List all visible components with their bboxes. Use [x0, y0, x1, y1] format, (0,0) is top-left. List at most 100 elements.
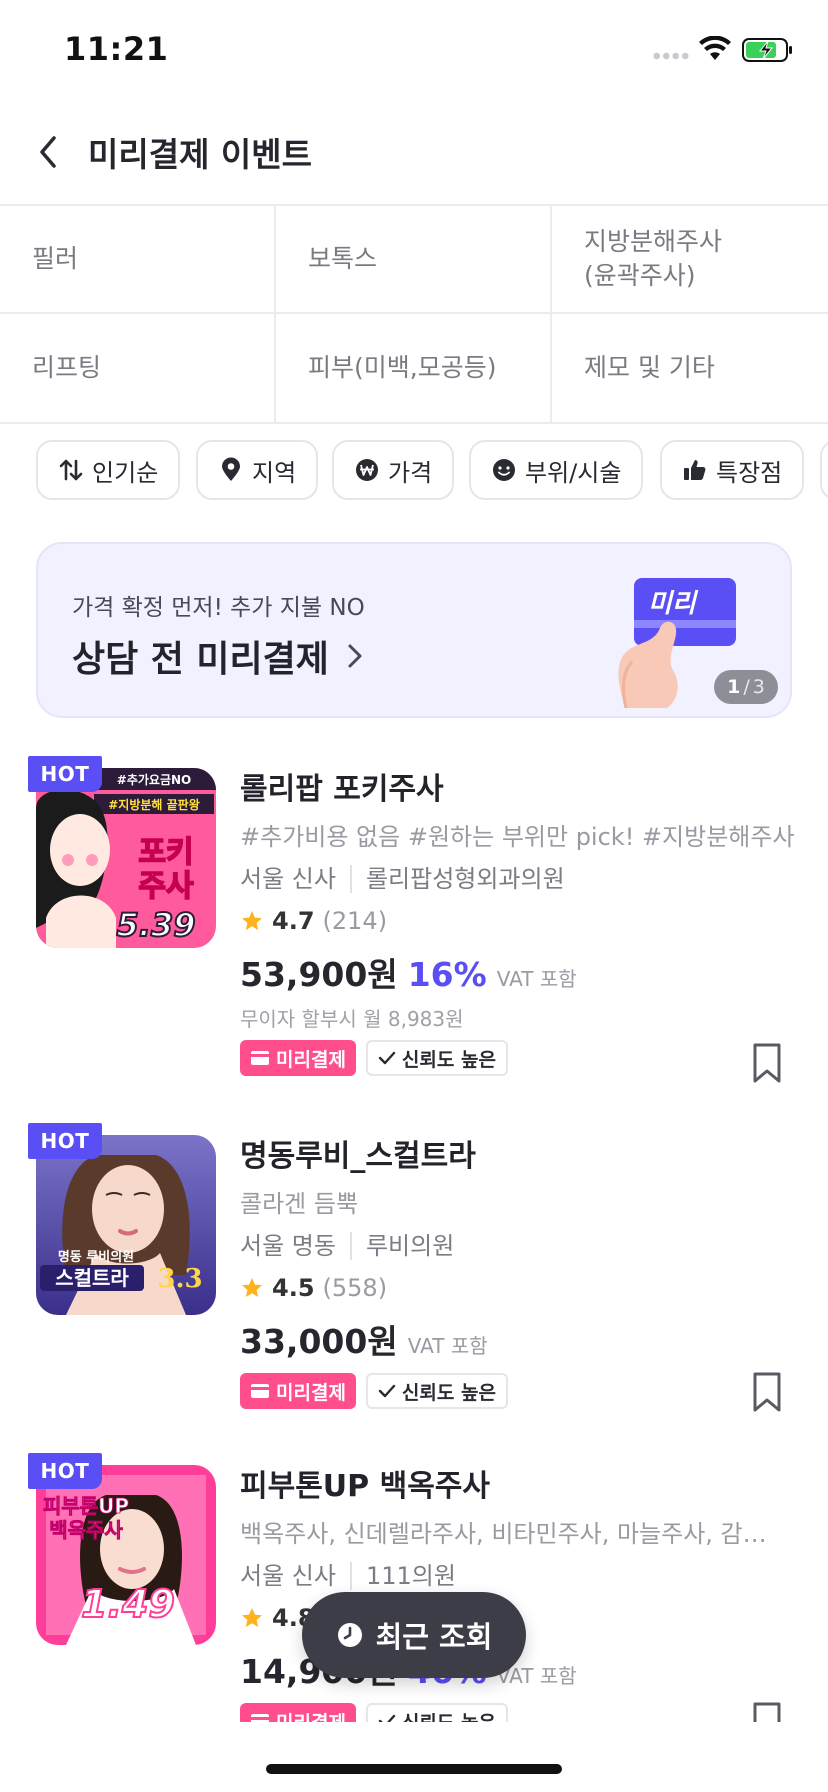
filter-sort-label: 인기순 [92, 458, 159, 487]
prepay-badge-label: 미리결제 [276, 1381, 346, 1404]
product-thumbnail[interactable]: 피부톤UP 백옥주사 1.49 [36, 1465, 216, 1645]
banner-title-row: 상담 전 미리결제 [72, 630, 363, 682]
card-icon [251, 1051, 269, 1065]
product-location: 서울 명동 [240, 1232, 336, 1260]
star-icon [242, 1278, 262, 1297]
product-price-row: 33,000원 VAT 포함 [240, 1315, 800, 1363]
svg-text:백옥주사: 백옥주사 [49, 1518, 123, 1542]
filter-region[interactable]: 지역 [196, 440, 319, 500]
svg-text:포키: 포키 [138, 835, 193, 870]
filter-row: 인기순 지역 가격 부위/시술 특장점 [0, 440, 828, 502]
filter-area-procedure[interactable]: 부위/시술 [469, 440, 644, 500]
product-thumbnail[interactable]: #추가요금NO #지방분해 끝판왕 포키 주사 5.39 [36, 768, 216, 948]
product-card[interactable]: HOT #추가요금NO #지방분해 끝판왕 포키 주사 5.39 롤리팝 포키주… [0, 756, 828, 1128]
product-vat: VAT 포함 [496, 967, 577, 991]
filter-features-label: 특장점 [716, 458, 783, 487]
banner-title: 상담 전 미리결제 [72, 639, 329, 680]
product-location: 서울 신사 [240, 865, 336, 893]
filter-price[interactable]: 가격 [332, 440, 455, 500]
product-name: 명동루비_스컬트라 [240, 1139, 476, 1174]
pager-current: 1 [727, 676, 741, 698]
product-price-row: 53,900원 16% VAT 포함 [240, 948, 800, 996]
product-price: 33,000원 [240, 1322, 398, 1361]
wifi-icon [699, 36, 731, 60]
trust-badge: 신뢰도 높은 [365, 1040, 508, 1076]
product-location-row: 서울 신사 111의원 [240, 1557, 800, 1595]
status-bar: 11:21 [0, 0, 828, 100]
card-icon [251, 1384, 269, 1398]
product-discount: 16% [407, 955, 487, 994]
product-rating: 4.5 [272, 1274, 315, 1302]
recent-views-label: 최근 조회 [375, 1620, 493, 1654]
recent-views-button[interactable]: 최근 조회 [302, 1592, 526, 1678]
home-indicator[interactable] [266, 1764, 562, 1774]
check-icon [378, 1384, 396, 1398]
svg-text:피부톤UP: 피부톤UP [43, 1494, 129, 1518]
check-icon [378, 1051, 396, 1065]
category-hair-removal-etc[interactable]: 제모 및 기타 [552, 314, 828, 422]
battery-charging-icon [742, 38, 792, 62]
product-card[interactable]: HOT 명동 루비의원 스컬트라 3.3 명동루비_스컬트라 콜라겐 듬뿍 서울 [0, 1123, 828, 1495]
product-location-row: 서울 신사 롤리팝성형외과의원 [240, 860, 800, 898]
product-tags: 백옥주사, 신데렐라주사, 비타민주사, 마늘주사, 감… [240, 1520, 767, 1548]
product-image: 명동 루비의원 스컬트라 3.3 [36, 1135, 216, 1315]
trust-badge: 신뢰도 높은 [365, 1373, 508, 1409]
product-name: 롤리팝 포키주사 [240, 772, 444, 807]
filter-sort[interactable]: 인기순 [36, 440, 181, 500]
svg-text:3.3: 3.3 [157, 1264, 202, 1294]
hot-badge: HOT [28, 756, 102, 792]
product-info: 명동루비_스컬트라 콜라겐 듬뿍 서울 명동 루비의원 4.5 (558) 33… [240, 1135, 800, 1411]
product-info: 롤리팝 포키주사 #추가비용 없음 #원하는 부위만 pick! #지방분해주사… [240, 768, 800, 1078]
star-icon [242, 911, 262, 930]
won-icon [356, 459, 378, 481]
category-fat-dissolving[interactable]: 지방분해주사 (윤곽주사) [552, 206, 828, 314]
product-rating-row: 4.5 (558) [240, 1269, 800, 1307]
filter-region-label: 지역 [252, 458, 297, 487]
category-botox[interactable]: 보톡스 [276, 206, 552, 314]
trust-badge-label: 신뢰도 높은 [401, 1381, 496, 1404]
status-time: 11:21 [64, 30, 169, 68]
product-thumbnail[interactable]: 명동 루비의원 스컬트라 3.3 [36, 1135, 216, 1315]
svg-text:#추가요금NO: #추가요금NO [117, 772, 191, 787]
page-title: 미리결제 이벤트 [88, 135, 313, 174]
filter-price-label: 가격 [388, 458, 433, 487]
product-location: 서울 신사 [240, 1562, 336, 1590]
face-icon [493, 459, 515, 481]
bookmark-icon[interactable] [752, 1371, 782, 1413]
hot-badge: HOT [28, 1453, 102, 1489]
product-review-count: (558) [322, 1274, 388, 1302]
product-image: #추가요금NO #지방분해 끝판왕 포키 주사 5.39 [36, 768, 216, 948]
svg-text:5.39: 5.39 [117, 906, 196, 944]
banner-pager: 1 / 3 [714, 670, 778, 704]
filter-area-procedure-label: 부위/시술 [525, 458, 622, 487]
cellular-signal-icon [652, 52, 690, 60]
svg-text:주사: 주사 [138, 869, 194, 904]
filter-features[interactable]: 특장점 [660, 440, 805, 500]
svg-text:명동 루비의원: 명동 루비의원 [58, 1249, 134, 1265]
category-lifting[interactable]: 리프팅 [0, 314, 276, 422]
chevron-right-icon [348, 644, 362, 668]
star-icon [242, 1608, 262, 1627]
category-filler[interactable]: 필러 [0, 206, 276, 314]
sort-icon [59, 459, 83, 481]
pager-total: 3 [752, 676, 765, 698]
category-grid: 필러 보톡스 지방분해주사 (윤곽주사) 리프팅 피부(미백,모공등) 제모 및… [0, 206, 828, 424]
bookmark-icon[interactable] [752, 1042, 782, 1084]
product-rating: 4.7 [272, 907, 315, 935]
svg-text:1.49: 1.49 [81, 1582, 175, 1626]
product-name: 피부톤UP 백옥주사 [240, 1469, 490, 1504]
product-installment: 무이자 할부시 월 8,983원 [240, 1007, 464, 1031]
back-arrow-icon[interactable] [34, 130, 60, 174]
hot-badge: HOT [28, 1123, 102, 1159]
product-price: 53,900원 [240, 955, 398, 994]
svg-text:#지방분해 끝판왕: #지방분해 끝판왕 [108, 797, 200, 812]
category-skin[interactable]: 피부(미백,모공등) [276, 314, 552, 422]
bottom-safe-area [0, 1722, 828, 1792]
product-image: 피부톤UP 백옥주사 1.49 [36, 1465, 216, 1645]
prepay-badge: 미리결제 [240, 1373, 356, 1409]
filter-more[interactable] [820, 440, 828, 500]
product-tags: #추가비용 없음 #원하는 부위만 pick! #지방분해주사 [240, 823, 795, 851]
promo-banner[interactable]: 가격 확정 먼저! 추가 지불 NO 상담 전 미리결제 미리 1 / 3 [36, 542, 792, 718]
card-text: 미리 [648, 589, 699, 619]
product-clinic: 롤리팝성형외과의원 [365, 865, 565, 893]
